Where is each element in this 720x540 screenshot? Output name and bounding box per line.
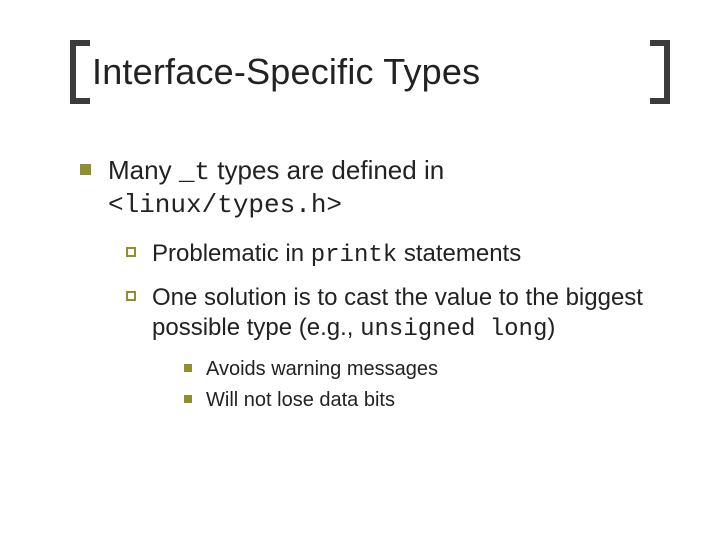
bullet-level3: Will not lose data bits: [70, 388, 670, 413]
text: Avoids warning messages: [206, 358, 438, 380]
slide: Interface-Specific Types Many _t types a…: [0, 0, 720, 540]
code: _t: [179, 157, 210, 187]
slide-title: Interface-Specific Types: [90, 51, 486, 93]
title-bar: Interface-Specific Types: [70, 40, 670, 104]
bullet-level3: Avoids warning messages: [70, 357, 670, 382]
text: Many: [108, 155, 179, 185]
square-filled-icon: [80, 164, 91, 175]
text: Will not lose data bits: [206, 389, 395, 411]
text: ): [547, 314, 555, 341]
square-filled-small-icon: [184, 364, 192, 372]
bullet-level1: Many _t types are defined in <linux/type…: [70, 154, 670, 221]
bracket-left-icon: [70, 40, 90, 104]
square-outline-icon: [126, 247, 136, 257]
square-outline-icon: [126, 291, 136, 301]
bullet-level2: One solution is to cast the value to the…: [70, 283, 670, 345]
code: unsigned long: [360, 316, 547, 343]
text: statements: [397, 240, 521, 267]
text: Problematic in: [152, 240, 311, 267]
slide-body: Many _t types are defined in <linux/type…: [70, 154, 670, 413]
code: <linux/types.h>: [108, 189, 670, 222]
bullet-level2: Problematic in printk statements: [70, 239, 670, 271]
square-filled-small-icon: [184, 395, 192, 403]
code: printk: [311, 242, 397, 269]
bracket-right-icon: [650, 40, 670, 104]
text: types are defined in: [210, 155, 444, 185]
